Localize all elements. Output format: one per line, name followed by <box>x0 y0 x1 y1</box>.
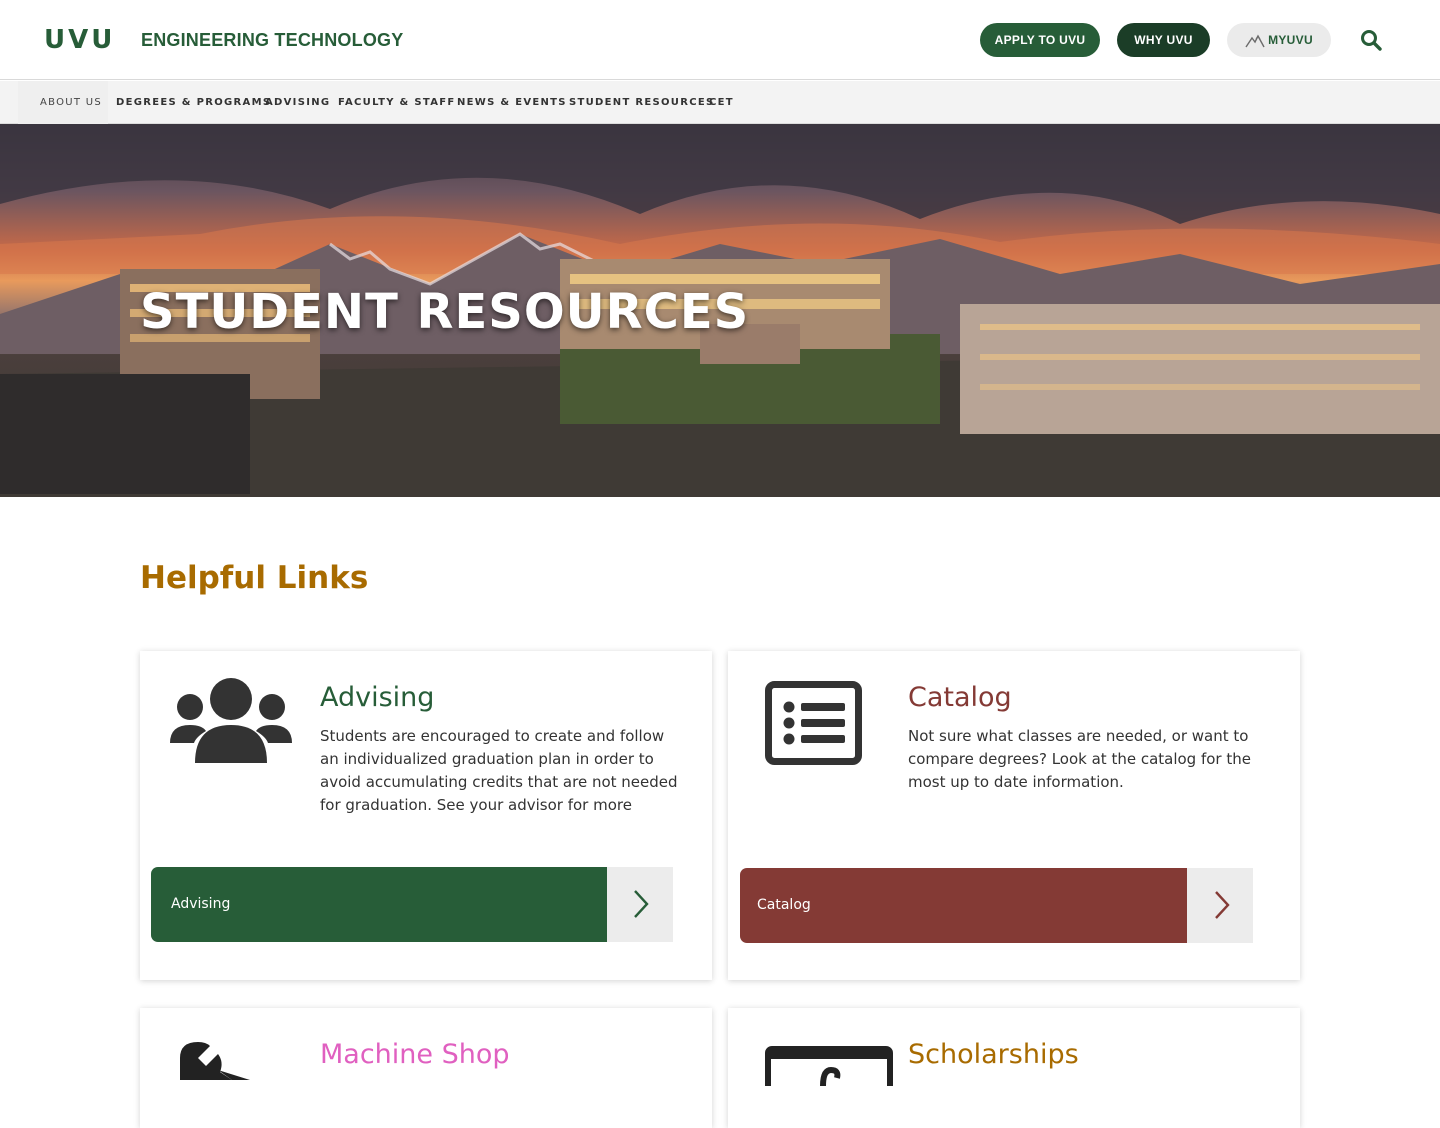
site-header: UVU ENGINEERING TECHNOLOGY APPLY TO UVU … <box>0 0 1440 80</box>
why-uvu-button[interactable]: WHY UVU <box>1117 23 1210 57</box>
card-description: Not sure what classes are needed, or wan… <box>908 727 1251 791</box>
wrench-icon <box>180 1042 250 1080</box>
card-title: Advising <box>320 682 435 713</box>
money-icon <box>765 1046 893 1086</box>
myuvu-button[interactable]: MYUVU <box>1227 23 1331 57</box>
advising-card: Advising Students are encouraged to crea… <box>140 651 712 980</box>
myuvu-label: MYUVU <box>1268 33 1313 47</box>
chevron-right-icon <box>1215 891 1230 919</box>
chevron-right-icon <box>634 890 649 918</box>
catalog-arrow-button[interactable] <box>1187 868 1253 943</box>
hero-banner: STUDENT RESOURCES <box>0 124 1440 497</box>
nav-item-faculty-staff[interactable]: FACULTY & STAFF <box>338 81 456 124</box>
scholarships-card: Scholarships <box>728 1008 1300 1128</box>
nav-item-news-events[interactable]: NEWS & EVENTS <box>457 81 567 124</box>
card-title: Scholarships <box>908 1039 1079 1070</box>
card-description: Students are encouraged to create and fo… <box>320 727 678 814</box>
machine-shop-card: Machine Shop <box>140 1008 712 1128</box>
section-title: Helpful Links <box>140 560 369 596</box>
nav-item-cet[interactable]: CET <box>709 81 734 124</box>
list-icon <box>765 681 862 765</box>
catalog-link-button[interactable]: Catalog <box>740 868 1187 943</box>
uvu-logo[interactable]: UVU <box>44 26 115 54</box>
advising-arrow-button[interactable] <box>607 867 673 942</box>
nav-item-about-us[interactable]: ABOUT US <box>18 81 108 124</box>
mountain-icon <box>1245 34 1265 48</box>
catalog-card: Catalog Not sure what classes are needed… <box>728 651 1300 980</box>
page-title: STUDENT RESOURCES <box>140 284 750 340</box>
site-title[interactable]: ENGINEERING TECHNOLOGY <box>141 29 403 51</box>
nav-item-degrees-programs[interactable]: DEGREES & PROGRAMS <box>116 81 271 124</box>
nav-item-student-resources[interactable]: STUDENT RESOURCES <box>569 81 714 124</box>
card-title: Machine Shop <box>320 1039 510 1070</box>
users-icon <box>170 678 292 763</box>
advising-link-button[interactable]: Advising <box>151 867 607 942</box>
card-title: Catalog <box>908 682 1012 713</box>
apply-button[interactable]: APPLY TO UVU <box>980 23 1100 57</box>
nav-item-advising[interactable]: ADVISING <box>265 81 330 124</box>
search-icon[interactable] <box>1360 29 1382 51</box>
main-nav: ABOUT US DEGREES & PROGRAMS ADVISING FAC… <box>0 81 1440 124</box>
